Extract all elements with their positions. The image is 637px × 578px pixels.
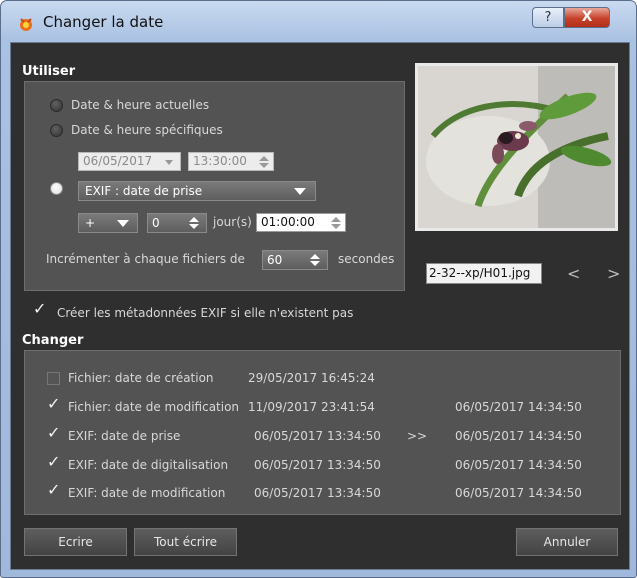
increment-unit-label: secondes (338, 252, 395, 266)
specific-time-field[interactable]: 13:30:00 (188, 152, 274, 171)
radio-current-datetime-label: Date & heure actuelles (71, 98, 210, 112)
row-current-date: 06/05/2017 13:34:50 (254, 429, 381, 443)
row-checkbox[interactable] (47, 394, 60, 414)
title-bar[interactable]: Changer la date ? X (1, 1, 636, 41)
row-new-date: 06/05/2017 14:34:50 (455, 458, 582, 472)
exif-date-select[interactable]: EXIF : date de prise (78, 181, 316, 201)
row-checkbox[interactable] (47, 452, 60, 472)
write-all-button[interactable]: Tout écrire (134, 528, 237, 556)
row-checkbox[interactable] (47, 423, 60, 443)
photo-preview (415, 63, 618, 231)
chevron-down-icon (294, 188, 306, 195)
changer-header: Changer (22, 333, 84, 348)
row-checkbox[interactable] (47, 480, 60, 500)
specific-date-field[interactable]: 06/05/2017 (78, 152, 181, 171)
specific-time-value: 13:30:00 (193, 154, 247, 168)
row-new-date: 06/05/2017 14:34:50 (455, 400, 582, 414)
app-icon (20, 18, 32, 31)
specific-date-value: 06/05/2017 (83, 154, 153, 168)
filename-field[interactable]: 2-32--xp/H01.jpg (426, 263, 542, 284)
sign-select-value: + (85, 216, 96, 230)
photo-image (418, 66, 615, 228)
radio-current-datetime[interactable] (50, 99, 63, 112)
row-label: Fichier: date de création (68, 371, 214, 385)
radio-specific-datetime[interactable] (50, 124, 63, 137)
write-button[interactable]: Ecrire (24, 528, 127, 556)
prev-image-button[interactable]: < (567, 264, 580, 283)
stepper-icon[interactable] (189, 217, 199, 229)
increment-stepper[interactable]: 60 (262, 250, 328, 270)
row-new-date: 06/05/2017 14:34:50 (455, 486, 582, 500)
utiliser-panel: Date & heure actuelles Date & heure spéc… (24, 81, 405, 291)
cancel-button[interactable]: Annuler (516, 528, 618, 556)
row-current-date: 06/05/2017 13:34:50 (254, 486, 381, 500)
time-spinner-icon[interactable] (259, 156, 269, 168)
chevron-down-icon (165, 160, 173, 165)
create-exif-label: Créer les métadonnées EXIF si elle n'exi… (57, 306, 354, 320)
row-new-date: 06/05/2017 14:34:50 (455, 429, 582, 443)
dialog-body: Utiliser Date & heure actuelles Date & h… (10, 42, 630, 570)
utiliser-header: Utiliser (22, 64, 76, 79)
days-label: jour(s) (213, 215, 252, 229)
changer-panel: Fichier: date de création 29/05/2017 16:… (24, 350, 621, 515)
next-image-button[interactable]: > (607, 264, 620, 283)
row-label: EXIF: date de prise (68, 429, 181, 443)
row-current-date: 11/09/2017 23:41:54 (248, 400, 375, 414)
offset-time-value: 01:00:00 (261, 215, 315, 229)
transfer-arrow: >> (407, 429, 428, 443)
help-button[interactable]: ? (532, 7, 564, 28)
days-stepper[interactable]: 0 (147, 213, 207, 233)
exif-date-select-value: EXIF : date de prise (85, 184, 203, 198)
days-value: 0 (152, 216, 160, 230)
stepper-icon[interactable] (310, 254, 320, 266)
row-current-date: 29/05/2017 16:45:24 (248, 371, 375, 385)
offset-time-field[interactable]: 01:00:00 (256, 213, 346, 232)
close-button[interactable]: X (564, 7, 610, 28)
row-current-date: 06/05/2017 13:34:50 (254, 458, 381, 472)
increment-value: 60 (267, 253, 283, 267)
chevron-down-icon (117, 220, 129, 227)
create-exif-checkbox[interactable] (33, 299, 46, 319)
radio-exif-date[interactable] (50, 182, 63, 195)
time-spinner-icon[interactable] (331, 217, 341, 229)
row-label: EXIF: date de modification (68, 486, 226, 500)
dialog-window: Changer la date ? X Utiliser Date & heur… (0, 0, 637, 578)
row-label: Fichier: date de modification (68, 400, 240, 414)
row-label: EXIF: date de digitalisation (68, 458, 229, 472)
radio-specific-datetime-label: Date & heure spécifiques (71, 123, 223, 137)
window-title: Changer la date (43, 13, 164, 31)
increment-label: Incrémenter à chaque fichiers de (46, 252, 245, 266)
sign-select[interactable]: + (78, 213, 138, 233)
row-checkbox[interactable] (47, 372, 60, 385)
